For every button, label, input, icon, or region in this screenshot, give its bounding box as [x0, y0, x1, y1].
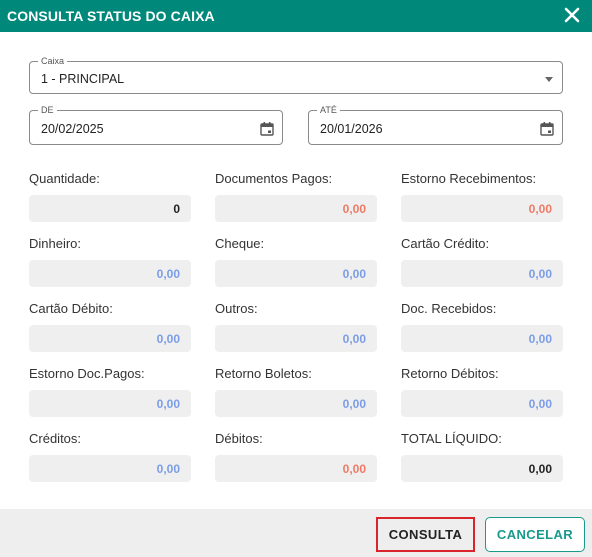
- stat-label-quantidade: Quantidade:: [29, 171, 100, 186]
- stat-value-outros: 0,00: [342, 332, 366, 346]
- caixa-label: Caixa: [38, 56, 68, 66]
- date-from-value: 20/02/2025: [41, 122, 104, 136]
- stat-label-debitos: Débitos:: [215, 431, 263, 446]
- stat-box-documentos-pagos: 0,00: [215, 195, 377, 222]
- stat-value-quantidade: 0: [173, 202, 180, 216]
- stat-label-creditos: Créditos:: [29, 431, 82, 446]
- date-to-field[interactable]: ATÉ 20/01/2026: [308, 105, 563, 145]
- date-from-label: DE: [38, 105, 57, 115]
- stat-label-estorno-recebimentos: Estorno Recebimentos:: [401, 171, 537, 186]
- stat-value-total-liquido: 0,00: [528, 462, 552, 476]
- stat-value-cheque: 0,00: [342, 267, 366, 281]
- stat-box-creditos: 0,00: [29, 455, 191, 482]
- stat-value-estorno-doc-pagos: 0,00: [156, 397, 180, 411]
- stat-value-cartao-debito: 0,00: [156, 332, 180, 346]
- stat-label-cheque: Cheque:: [215, 236, 265, 251]
- caixa-select[interactable]: Caixa 1 - PRINCIPAL: [29, 56, 563, 94]
- stat-box-cheque: 0,00: [215, 260, 377, 287]
- stat-label-documentos-pagos: Documentos Pagos:: [215, 171, 333, 186]
- stat-label-cartao-debito: Cartão Débito:: [29, 301, 113, 316]
- stat-box-retorno-debitos: 0,00: [401, 390, 563, 417]
- stat-box-retorno-boletos: 0,00: [215, 390, 377, 417]
- stat-value-doc-recebidos: 0,00: [528, 332, 552, 346]
- stat-value-creditos: 0,00: [156, 462, 180, 476]
- stat-value-cartao-credito: 0,00: [528, 267, 552, 281]
- calendar-icon[interactable]: [539, 121, 555, 137]
- stat-box-outros: 0,00: [215, 325, 377, 352]
- date-from-field[interactable]: DE 20/02/2025: [29, 105, 283, 145]
- stat-label-retorno-boletos: Retorno Boletos:: [215, 366, 312, 381]
- date-to-value: 20/01/2026: [320, 122, 383, 136]
- stat-value-dinheiro: 0,00: [156, 267, 180, 281]
- consulta-button[interactable]: CONSULTA: [376, 517, 475, 552]
- chevron-down-icon[interactable]: [545, 77, 553, 82]
- stat-box-cartao-debito: 0,00: [29, 325, 191, 352]
- stat-label-dinheiro: Dinheiro:: [29, 236, 82, 251]
- caixa-value: 1 - PRINCIPAL: [41, 72, 125, 86]
- dialog-title: CONSULTA STATUS DO CAIXA: [7, 8, 215, 24]
- stat-value-retorno-boletos: 0,00: [342, 397, 366, 411]
- close-icon[interactable]: [562, 5, 582, 25]
- stat-box-debitos: 0,00: [215, 455, 377, 482]
- cancelar-button[interactable]: CANCELAR: [485, 517, 585, 552]
- stat-label-cartao-credito: Cartão Crédito:: [401, 236, 490, 251]
- stat-label-estorno-doc-pagos: Estorno Doc.Pagos:: [29, 366, 145, 381]
- stat-box-dinheiro: 0,00: [29, 260, 191, 287]
- stat-value-retorno-debitos: 0,00: [528, 397, 552, 411]
- stat-label-retorno-debitos: Retorno Débitos:: [401, 366, 499, 381]
- date-to-label: ATÉ: [317, 105, 340, 115]
- stat-value-debitos: 0,00: [342, 462, 366, 476]
- stat-value-documentos-pagos: 0,00: [342, 202, 366, 216]
- stat-box-doc-recebidos: 0,00: [401, 325, 563, 352]
- stat-label-total-liquido: TOTAL LÍQUIDO:: [401, 431, 502, 446]
- stat-box-estorno-doc-pagos: 0,00: [29, 390, 191, 417]
- stat-box-cartao-credito: 0,00: [401, 260, 563, 287]
- stat-box-total-liquido: 0,00: [401, 455, 563, 482]
- calendar-icon[interactable]: [259, 121, 275, 137]
- dialog-header: CONSULTA STATUS DO CAIXA: [0, 0, 592, 32]
- stat-box-quantidade: 0: [29, 195, 191, 222]
- stat-label-outros: Outros:: [215, 301, 258, 316]
- stat-label-doc-recebidos: Doc. Recebidos:: [401, 301, 497, 316]
- stat-value-estorno-recebimentos: 0,00: [528, 202, 552, 216]
- stat-box-estorno-recebimentos: 0,00: [401, 195, 563, 222]
